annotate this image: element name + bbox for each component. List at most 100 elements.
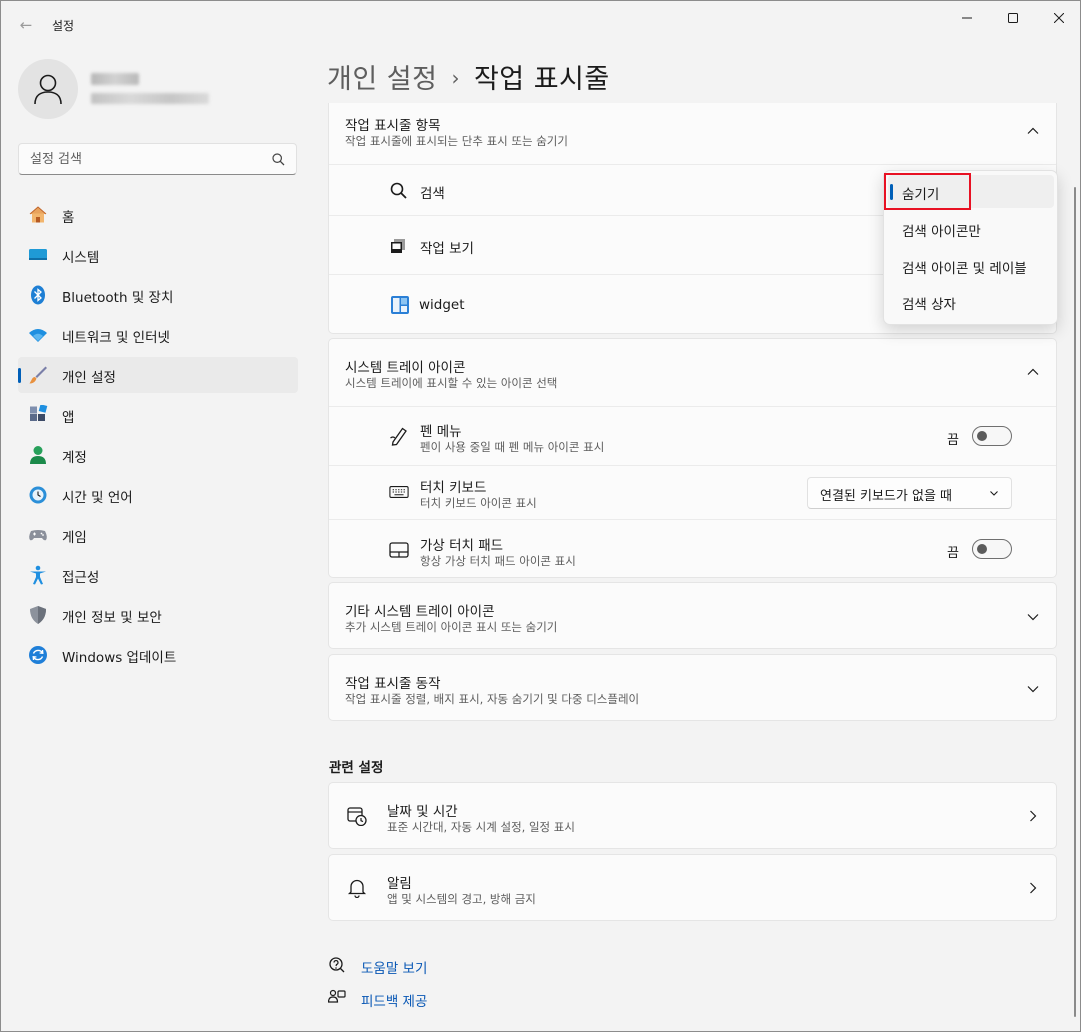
taskbar-items-header[interactable]: 작업 표시줄 항목 작업 표시줄에 표시되는 단추 표시 또는 숨기기	[329, 103, 1056, 164]
touchpad-title: 가상 터치 패드	[420, 538, 504, 554]
taskbar-behaviors-desc: 작업 표시줄 정렬, 배지 표시, 자동 숨기기 및 다중 디스플레이	[345, 692, 640, 706]
pen-menu-desc: 펜이 사용 중일 때 펜 메뉴 아이콘 표시	[420, 440, 605, 454]
sidebar-item-network[interactable]: 네트워크 및 인터넷	[18, 317, 298, 353]
pen-menu-toggle[interactable]	[972, 426, 1012, 446]
related-date-time-desc: 표준 시간대, 자동 시계 설정, 일정 표시	[387, 820, 575, 834]
related-date-time-card[interactable]: 날짜 및 시간 표준 시간대, 자동 시계 설정, 일정 표시	[328, 782, 1057, 849]
profile-name-redacted	[91, 73, 139, 85]
breadcrumb-parent[interactable]: 개인 설정	[327, 64, 437, 95]
menu-item-label: 검색 상자	[902, 297, 956, 313]
sidebar-item-accessibility[interactable]: 접근성	[18, 557, 298, 593]
chevron-up-icon	[1027, 127, 1039, 134]
other-tray-desc: 추가 시스템 트레이 아이콘 표시 또는 숨기기	[345, 620, 558, 634]
title-bar: ← 설정	[1, 1, 1080, 49]
back-button[interactable]: ←	[15, 15, 37, 35]
other-tray-card[interactable]: 기타 시스템 트레이 아이콘 추가 시스템 트레이 아이콘 표시 또는 숨기기	[328, 582, 1057, 649]
calendar-clock-icon	[347, 807, 367, 826]
minimize-button[interactable]	[944, 7, 990, 29]
system-tray-header[interactable]: 시스템 트레이 아이콘 시스템 트레이에 표시할 수 있는 아이콘 선택	[329, 339, 1056, 406]
time-language-icon	[29, 486, 47, 504]
sidebar-item-home[interactable]: 홈	[18, 197, 298, 233]
wifi-icon	[29, 329, 47, 342]
sidebar-item-personalization[interactable]: 개인 설정	[18, 357, 298, 393]
sidebar-item-label: 계정	[62, 450, 87, 466]
chevron-down-icon	[1027, 686, 1039, 693]
menu-item-hide[interactable]: 숨기기	[888, 175, 1054, 208]
pen-icon	[390, 427, 407, 446]
sidebar-item-label: Windows 업데이트	[62, 650, 177, 666]
pen-menu-row: 펜 메뉴 펜이 사용 중일 때 펜 메뉴 아이콘 표시 끔	[329, 406, 1056, 465]
settings-search-box[interactable]	[18, 143, 297, 175]
bluetooth-icon	[31, 285, 45, 305]
menu-item-label: 검색 아이콘 및 레이블	[902, 261, 1027, 277]
account-icon	[30, 446, 46, 464]
chevron-down-icon	[990, 491, 998, 496]
related-notifications-title: 알림	[387, 876, 412, 892]
menu-item-search-icon-and-label[interactable]: 검색 아이콘 및 레이블	[888, 249, 1054, 282]
widget-icon	[391, 296, 409, 314]
touchpad-toggle[interactable]	[972, 539, 1012, 559]
sidebar-item-time-language[interactable]: 시간 및 언어	[18, 477, 298, 513]
pen-menu-title: 펜 메뉴	[420, 424, 462, 440]
taskbar-item-label: widget	[419, 297, 465, 313]
task-view-icon	[391, 239, 405, 253]
sidebar-item-privacy[interactable]: 개인 정보 및 보안	[18, 597, 298, 633]
maximize-button[interactable]	[990, 7, 1036, 29]
sidebar-item-label: 홈	[62, 210, 75, 226]
touch-keyboard-row: 터치 키보드 터치 키보드 아이콘 표시 연결된 키보드가 없을 때	[329, 465, 1056, 519]
sidebar-item-bluetooth[interactable]: Bluetooth 및 장치	[18, 277, 298, 313]
touchpad-toggle-state: 끔	[947, 546, 959, 561]
feedback-link[interactable]: 피드백 제공	[361, 990, 427, 1010]
scrollbar[interactable]	[1074, 187, 1076, 1017]
avatar[interactable]	[18, 59, 78, 119]
update-icon	[29, 646, 47, 664]
sidebar-item-windows-update[interactable]: Windows 업데이트	[18, 637, 298, 673]
sidebar-item-label: 시간 및 언어	[62, 490, 133, 506]
touch-keyboard-desc: 터치 키보드 아이콘 표시	[420, 496, 537, 510]
feedback-icon	[328, 989, 346, 1003]
sidebar-nav: 홈 시스템 Bluetooth 및 장치 네트워크 및 인터넷 개인 설정 앱 …	[18, 197, 298, 677]
sidebar-item-label: 네트워크 및 인터넷	[62, 330, 170, 346]
taskbar-behaviors-card[interactable]: 작업 표시줄 동작 작업 표시줄 정렬, 배지 표시, 자동 숨기기 및 다중 …	[328, 654, 1057, 721]
related-notifications-card[interactable]: 알림 앱 및 시스템의 경고, 방해 금지	[328, 854, 1057, 921]
touchpad-row: 가상 터치 패드 항상 가상 터치 패드 아이콘 표시 끔	[329, 519, 1056, 579]
accessibility-icon	[30, 565, 46, 585]
settings-search-input[interactable]	[30, 150, 260, 168]
profile-email-redacted	[91, 93, 209, 104]
chevron-right-icon	[1030, 882, 1037, 894]
chevron-down-icon	[1027, 614, 1039, 621]
sidebar-item-apps[interactable]: 앱	[18, 397, 298, 433]
menu-item-label: 검색 아이콘만	[902, 224, 981, 240]
app-title: 설정	[52, 19, 75, 33]
help-icon	[329, 957, 345, 973]
touch-keyboard-dropdown-value: 연결된 키보드가 없을 때	[820, 489, 952, 504]
system-tray-card: 시스템 트레이 아이콘 시스템 트레이에 표시할 수 있는 아이콘 선택 펜 메…	[328, 338, 1057, 578]
sidebar-item-system[interactable]: 시스템	[18, 237, 298, 273]
system-icon	[29, 249, 47, 260]
sidebar-item-gaming[interactable]: 게임	[18, 517, 298, 553]
taskbar-behaviors-title: 작업 표시줄 동작	[345, 676, 441, 692]
close-button[interactable]	[1036, 7, 1080, 29]
brush-icon	[29, 366, 47, 384]
touchpad-desc: 항상 가상 터치 패드 아이콘 표시	[420, 554, 576, 568]
sidebar-item-label: 시스템	[62, 250, 100, 266]
person-icon	[34, 74, 62, 105]
bell-icon	[347, 879, 367, 898]
help-link[interactable]: 도움말 보기	[361, 957, 427, 977]
menu-item-search-box[interactable]: 검색 상자	[888, 285, 1054, 318]
taskbar-items-title: 작업 표시줄 항목	[345, 118, 441, 134]
menu-item-label: 숨기기	[902, 187, 940, 203]
taskbar-items-desc: 작업 표시줄에 표시되는 단추 표시 또는 숨기기	[345, 134, 568, 148]
other-tray-title: 기타 시스템 트레이 아이콘	[345, 604, 495, 620]
close-icon	[1054, 13, 1064, 23]
pen-menu-toggle-state: 끔	[947, 433, 959, 448]
sidebar-item-accounts[interactable]: 계정	[18, 437, 298, 473]
breadcrumb-separator: ›	[451, 66, 460, 90]
touch-keyboard-dropdown[interactable]: 연결된 키보드가 없을 때	[807, 477, 1012, 509]
chevron-right-icon	[1030, 810, 1037, 822]
sidebar-item-label: 접근성	[62, 570, 100, 586]
chevron-up-icon	[1027, 368, 1039, 375]
sidebar-item-label: 개인 정보 및 보안	[62, 610, 162, 626]
menu-item-search-icon-only[interactable]: 검색 아이콘만	[888, 212, 1054, 245]
touch-keyboard-title: 터치 키보드	[420, 480, 487, 496]
